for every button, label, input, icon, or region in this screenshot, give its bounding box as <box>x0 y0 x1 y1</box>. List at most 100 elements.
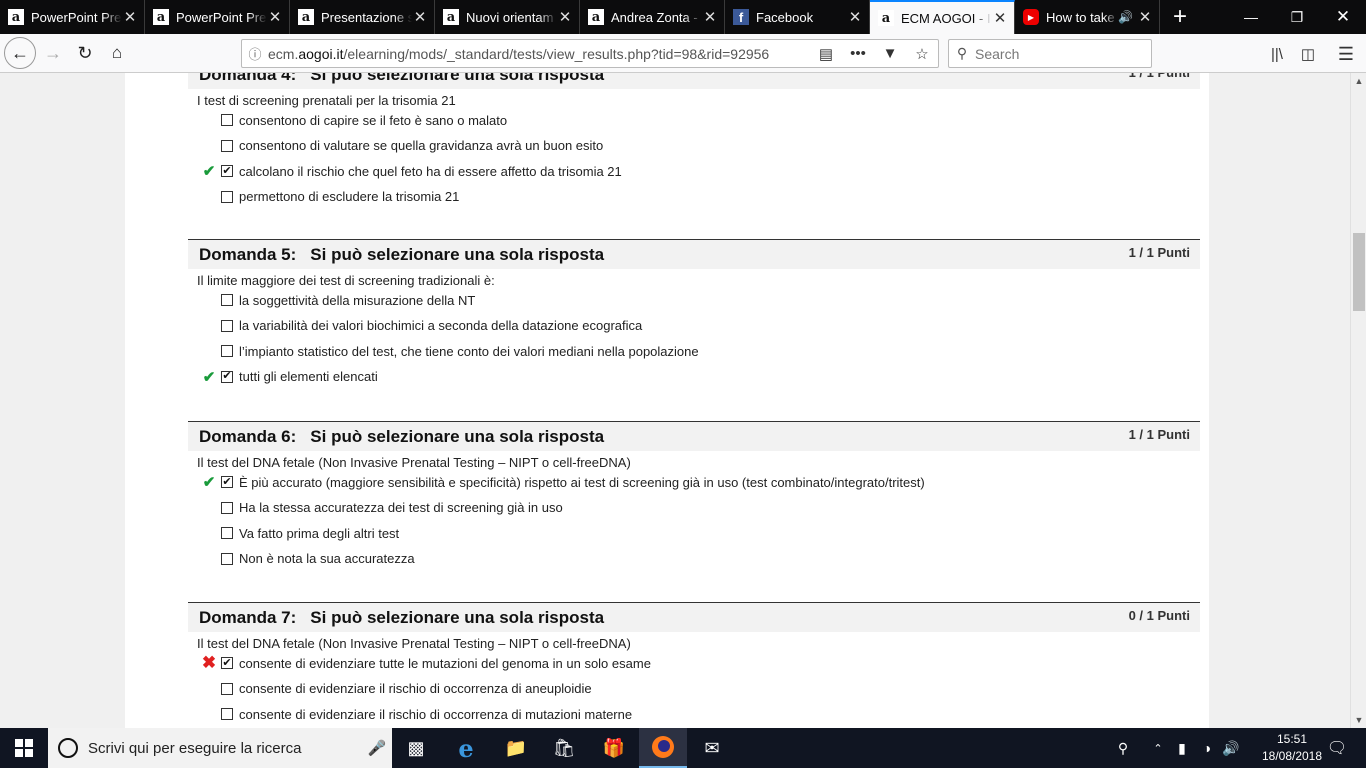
answer-label: Ha la stessa accuratezza dei test di scr… <box>239 500 563 515</box>
windows-logo-icon <box>15 739 33 757</box>
firefox-icon[interactable] <box>639 728 687 768</box>
answer-option: Va fatto prima degli altri test <box>221 524 399 542</box>
answer-option: ✔ consente di evidenziare tutte le mutazi… <box>221 654 651 672</box>
url-text[interactable]: ecm.aogoi.it/elearning/mods/_standard/te… <box>268 46 810 62</box>
new-tab-icon[interactable]: + <box>1160 0 1200 34</box>
minimize-icon[interactable]: — <box>1228 0 1274 34</box>
close-tab-icon[interactable]: ✕ <box>847 8 863 26</box>
task-view-icon[interactable]: ▩ <box>392 728 440 768</box>
checked-checkbox: ✔ <box>221 475 233 488</box>
people-icon[interactable]: ⚲ <box>1110 728 1136 768</box>
close-tab-icon[interactable]: ✕ <box>557 8 573 26</box>
page-actions-icon[interactable]: ••• <box>842 45 874 62</box>
clock[interactable]: 15:51 18/08/2018 <box>1256 731 1328 765</box>
search-icon: ⚲ <box>956 45 968 61</box>
close-window-icon[interactable]: ✕ <box>1320 0 1366 34</box>
answer-label: consentono di capire se il feto è sano o… <box>239 112 508 128</box>
answer-label: consente di evidenziare tutte le mutazio… <box>239 655 651 671</box>
answer-label: Non è nota la sua accuratezza <box>239 551 415 566</box>
question-number: Domanda 7: <box>199 608 297 627</box>
edge-icon[interactable]: e <box>442 728 490 768</box>
start-button[interactable] <box>0 728 48 768</box>
wifi-icon[interactable]: ◑ <box>1196 728 1218 768</box>
mail-icon[interactable]: ✉ <box>688 728 736 768</box>
bookmark-star-icon[interactable]: ☆ <box>906 45 938 63</box>
battery-icon[interactable]: ▮ <box>1172 728 1192 768</box>
vertical-scrollbar[interactable]: ▲ ▼ <box>1350 73 1366 728</box>
browser-tab[interactable]: f Facebook ✕ <box>725 0 870 34</box>
menu-icon[interactable]: ☰ <box>1334 42 1358 66</box>
scroll-down-icon[interactable]: ▼ <box>1351 712 1366 728</box>
answer-option: consentono di valutare se quella gravida… <box>221 137 603 155</box>
checked-checkbox: ✔ <box>221 164 233 177</box>
pocket-icon[interactable]: ▼ <box>874 45 906 62</box>
browser-tab[interactable]: a PowerPoint Pres ✕ <box>0 0 145 34</box>
question-header: Domanda 6: Si può selezionare una sola ri… <box>188 421 1200 451</box>
close-tab-icon[interactable]: ✕ <box>412 8 428 26</box>
library-icon[interactable]: ||\ <box>1265 42 1289 66</box>
correct-check-icon: ✔ <box>202 368 216 386</box>
store-icon[interactable]: 🛍 <box>540 728 588 768</box>
question-block: Domanda 5: Si può selezionare una sola ri… <box>188 239 1200 386</box>
close-tab-icon[interactable]: ✕ <box>992 9 1008 27</box>
site-info-icon[interactable]: ⓘ <box>242 44 268 63</box>
answer-option: ✔ È più accurato (maggiore sensibilità e … <box>221 473 925 491</box>
url-bar[interactable]: ⓘ ecm.aogoi.it/elearning/mods/_standard/… <box>241 39 939 68</box>
forward-icon[interactable]: → <box>38 38 68 68</box>
aogoi-favicon-icon: a <box>588 9 604 25</box>
browser-tab[interactable]: a PowerPoint Pres ✕ <box>145 0 290 34</box>
cortana-icon <box>58 738 78 758</box>
correct-check-icon: ✔ <box>202 163 216 180</box>
speaker-icon[interactable]: 🔊 <box>1118 10 1133 24</box>
close-tab-icon[interactable]: ✕ <box>267 8 283 26</box>
wrong-cross-icon: ✖ <box>201 653 217 672</box>
browser-tab[interactable]: a ECM AOGOI - II ✕ <box>870 0 1015 34</box>
answer-option: la soggettività della misurazione della … <box>221 291 475 309</box>
sidebar-icon[interactable]: ◫ <box>1296 42 1320 66</box>
microphone-icon[interactable]: 🎤 <box>362 739 392 757</box>
restore-icon[interactable]: ❐ <box>1274 0 1320 34</box>
page-viewport[interactable]: Domanda 4: Si può selezionare una sola ri… <box>0 73 1350 728</box>
browser-tab[interactable]: a Presentazione st ✕ <box>290 0 435 34</box>
answer-label: l’impianto statistico del test, che tien… <box>239 343 699 359</box>
reload-icon[interactable]: ↻ <box>70 38 100 68</box>
question-text: Il limite maggiore dei test di screening… <box>197 273 495 288</box>
tab-label: PowerPoint Pres <box>176 9 267 25</box>
browser-tab[interactable]: a Andrea Zonta - ✕ <box>580 0 725 34</box>
tab-label: Andrea Zonta - <box>611 9 698 25</box>
back-icon[interactable]: ← <box>4 37 36 69</box>
gift-icon[interactable]: 🎁 <box>590 728 638 768</box>
youtube-favicon-icon: ▶ <box>1023 9 1039 25</box>
empty-checkbox <box>221 501 233 514</box>
answer-option: Non è nota la sua accuratezza <box>221 550 415 568</box>
action-center-icon[interactable]: 🗨 <box>1322 728 1352 768</box>
firefox-logo <box>652 736 674 758</box>
close-tab-icon[interactable]: ✕ <box>122 8 138 26</box>
tab-label: Nuovi orientam <box>466 9 554 25</box>
tab-strip: a PowerPoint Pres ✕ a PowerPoint Pres ✕ a Prese… <box>0 0 1366 34</box>
browser-tab[interactable]: ▶ How to take 🔊 ✕ <box>1015 0 1160 34</box>
question-number: Domanda 4: <box>199 73 297 84</box>
scrollbar-thumb[interactable] <box>1353 233 1365 311</box>
tab-label: Facebook <box>756 9 814 25</box>
show-hidden-icons[interactable]: ⌃ <box>1148 728 1168 768</box>
file-explorer-icon[interactable]: 📁 <box>492 728 540 768</box>
search-placeholder: Search <box>975 45 1020 62</box>
scroll-up-icon[interactable]: ▲ <box>1351 73 1366 89</box>
close-tab-icon[interactable]: ✕ <box>1137 8 1153 26</box>
question-mode: Si può selezionare una sola risposta <box>310 427 605 446</box>
tab-label: ECM AOGOI - II <box>901 10 992 26</box>
empty-checkbox <box>221 345 233 357</box>
taskbar-search[interactable]: Scrivi qui per eseguire la ricerca 🎤 <box>48 728 392 768</box>
browser-tab[interactable]: a Nuovi orientam ✕ <box>435 0 580 34</box>
question-number: Domanda 5: <box>199 245 297 264</box>
close-tab-icon[interactable]: ✕ <box>702 8 718 26</box>
answer-label: consente di evidenziare il rischio di oc… <box>239 706 633 722</box>
reader-view-icon[interactable]: ▤ <box>810 45 842 63</box>
question-block: Domanda 4: Si può selezionare una sola ri… <box>188 73 1200 204</box>
volume-icon[interactable]: 🔊 <box>1220 728 1242 768</box>
home-icon[interactable]: ⌂ <box>102 38 132 68</box>
empty-checkbox <box>221 139 233 152</box>
clock-date: 18/08/2018 <box>1261 749 1323 763</box>
search-box[interactable]: ⚲ Search <box>948 39 1152 68</box>
